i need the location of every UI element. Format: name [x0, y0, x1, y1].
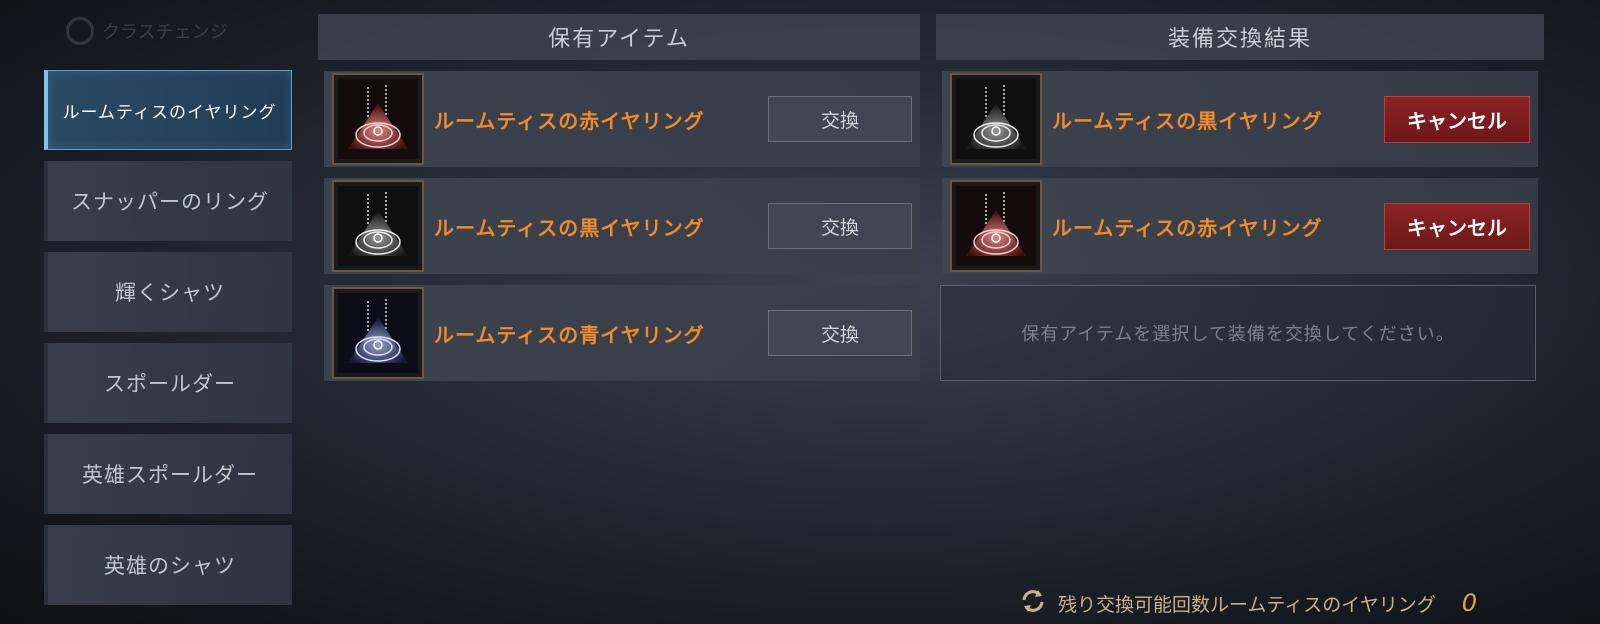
remaining-exchanges-label: 残り交換可能回数ルームティスのイヤリング: [1058, 593, 1436, 616]
black-earring-icon: [950, 73, 1042, 165]
exchange-button[interactable]: 交換: [768, 203, 912, 249]
class-change-label: クラスチェンジ: [102, 22, 228, 43]
sidebar-item-rumtis-earring[interactable]: ルームティスのイヤリング: [44, 70, 292, 150]
item-name: ルームティスの赤イヤリング: [434, 108, 705, 133]
blue-earring-icon: [332, 287, 424, 379]
owned-item-row: ルームティスの青イヤリング 交換: [324, 285, 920, 381]
exchange-result-panel: 装備交換結果: [936, 14, 1544, 60]
sidebar-item-spaulder[interactable]: スポールダー: [44, 343, 292, 423]
item-name: ルームティスの赤イヤリング: [1052, 215, 1323, 240]
sidebar: ルームティスのイヤリング スナッパーのリング 輝くシャツ スポールダー 英雄スポ…: [44, 70, 292, 616]
owned-item-row: ルームティスの黒イヤリング 交換: [324, 178, 920, 274]
empty-result-slot: 保有アイテムを選択して装備を交換してください。: [940, 285, 1536, 381]
refresh-icon: [1018, 586, 1048, 621]
black-earring-icon: [332, 180, 424, 272]
cancel-button[interactable]: キャンセル: [1384, 96, 1530, 143]
item-name: ルームティスの黒イヤリング: [434, 215, 705, 240]
sidebar-item-hero-spaulder[interactable]: 英雄スポールダー: [44, 434, 292, 514]
sidebar-item-label: 英雄のシャツ: [104, 554, 236, 578]
refresh-icon: [66, 17, 94, 45]
result-item-row: ルームティスの黒イヤリング キャンセル: [942, 71, 1538, 167]
empty-slot-message: 保有アイテムを選択して装備を交換してください。: [1021, 324, 1455, 345]
remaining-exchanges-count: 0: [1461, 589, 1478, 617]
class-change-tab[interactable]: クラスチェンジ: [66, 10, 266, 52]
sidebar-item-snapper-ring[interactable]: スナッパーのリング: [44, 161, 292, 241]
sidebar-item-label: 英雄スポールダー: [82, 463, 258, 487]
exchange-button[interactable]: 交換: [768, 310, 912, 356]
remaining-exchanges: 残り交換可能回数ルームティスのイヤリング 0: [1018, 588, 1477, 618]
owned-items-header: 保有アイテム: [318, 14, 920, 60]
result-item-row: ルームティスの赤イヤリング キャンセル: [942, 178, 1538, 274]
sidebar-item-hero-shirt[interactable]: 英雄のシャツ: [44, 525, 292, 605]
owned-item-row: ルームティスの赤イヤリング 交換: [324, 71, 920, 167]
item-name: ルームティスの青イヤリング: [434, 322, 705, 347]
sidebar-item-label: ルームティスのイヤリング: [62, 102, 277, 123]
red-earring-icon: [950, 180, 1042, 272]
cancel-button[interactable]: キャンセル: [1384, 203, 1530, 250]
exchange-button[interactable]: 交換: [768, 96, 912, 142]
owned-items-panel: 保有アイテム: [318, 14, 920, 60]
sidebar-item-label: スナッパーのリング: [71, 190, 269, 214]
sidebar-item-label: スポールダー: [104, 372, 236, 396]
red-earring-icon: [332, 73, 424, 165]
sidebar-item-shining-shirt[interactable]: 輝くシャツ: [44, 252, 292, 332]
exchange-result-header: 装備交換結果: [936, 14, 1544, 60]
sidebar-item-label: 輝くシャツ: [115, 281, 225, 305]
item-name: ルームティスの黒イヤリング: [1052, 108, 1323, 133]
